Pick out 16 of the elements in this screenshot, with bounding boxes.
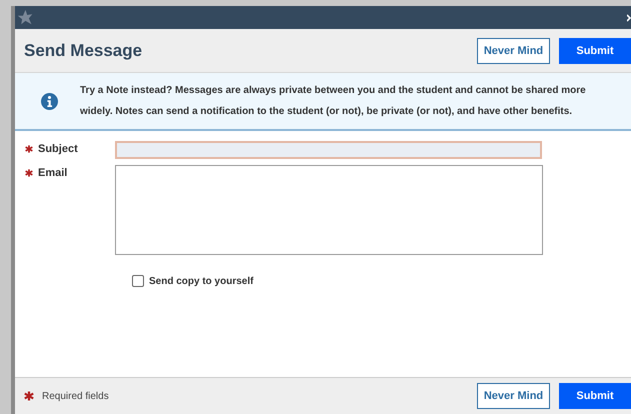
submit-button[interactable]: Submit [559,38,631,64]
cancel-button[interactable]: Never Mind [477,38,550,64]
checkbox[interactable] [132,275,144,287]
submit-button[interactable]: Submit [559,383,631,409]
subject-field[interactable] [115,141,542,159]
required-legend: Required fields [42,390,109,402]
checkbox-label: Send copy to yourself [149,276,254,286]
email-body-field[interactable] [115,165,543,255]
logo-icon [17,9,34,26]
field-label: Email [38,167,68,179]
field-label: Subject [38,143,78,155]
cancel-button[interactable]: Never Mind [477,383,550,409]
dialog-title: Send Message [24,40,142,60]
required-icon [24,391,34,401]
info-icon [41,92,58,110]
info-text: Try a Note instead? Messages are always private between you and the student and cannot be shared more widely. Notes can send a notification to the student (or not), be private (or not), and have other benefits. [80,84,587,119]
